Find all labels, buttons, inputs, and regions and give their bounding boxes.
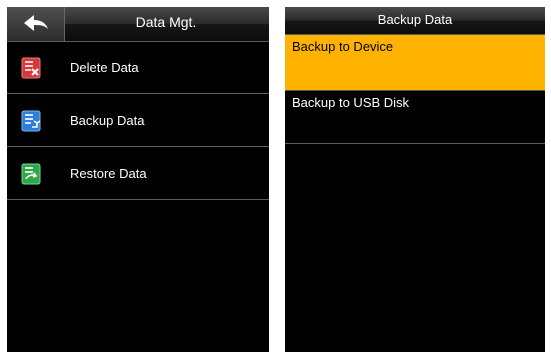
header-bar: Data Mgt. — [7, 7, 269, 42]
back-arrow-icon — [24, 15, 48, 31]
menu-item-backup-data[interactable]: Backup Data — [7, 95, 269, 147]
menu-item-restore-data[interactable]: Restore Data — [7, 148, 269, 200]
option-label: Backup to Device — [292, 39, 394, 54]
data-management-screen: Data Mgt. Delete Data Backup Data Restor… — [7, 7, 269, 352]
header-bar: Backup Data — [285, 7, 545, 35]
backup-data-screen: Backup Data Backup to Device Backup to U… — [285, 7, 545, 352]
option-label: Backup to USB Disk — [292, 95, 410, 110]
menu-item-label: Restore Data — [70, 166, 147, 181]
page-title: Data Mgt. — [135, 14, 197, 30]
delete-data-icon — [21, 57, 41, 79]
menu-item-label: Delete Data — [70, 60, 139, 75]
menu-item-delete-data[interactable]: Delete Data — [7, 42, 269, 94]
option-backup-to-device[interactable]: Backup to Device — [285, 35, 545, 91]
menu-item-label: Backup Data — [70, 113, 145, 128]
option-backup-to-usb-disk[interactable]: Backup to USB Disk — [285, 91, 545, 144]
restore-data-icon — [21, 163, 41, 185]
backup-data-icon — [21, 110, 41, 132]
